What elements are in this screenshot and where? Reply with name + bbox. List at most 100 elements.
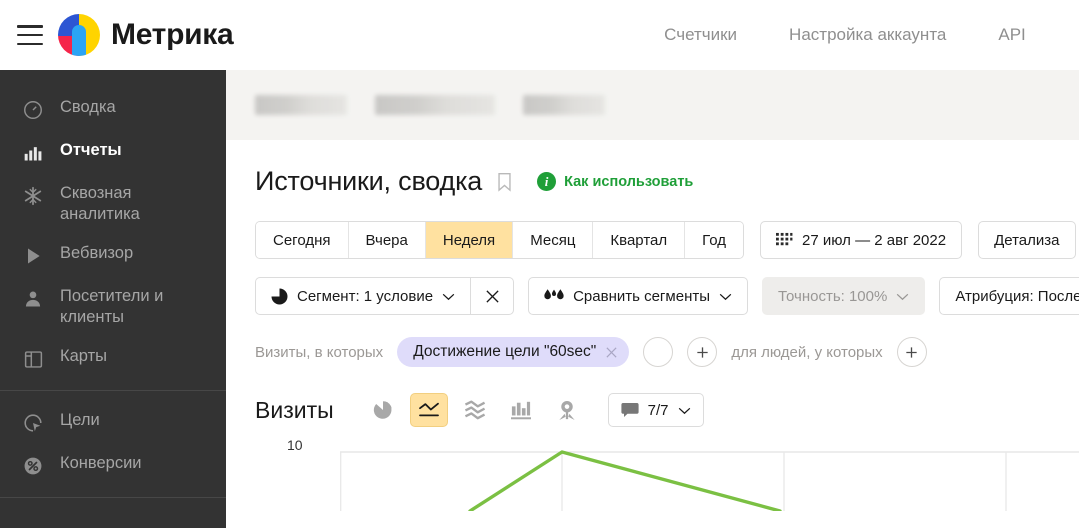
add-visit-condition-button[interactable] (687, 337, 718, 367)
chart-toolbar: Визиты 7/7 (255, 393, 1079, 427)
chart-type-stacked-area[interactable] (456, 393, 494, 427)
goal-pill-label: Достижение цели "60sec" (413, 343, 597, 360)
chart-type-pie[interactable] (364, 393, 402, 427)
segment-button[interactable]: Сегмент: 1 условие (255, 277, 471, 315)
how-to-use-label: Как использовать (564, 173, 694, 190)
accuracy-label: Точность: 100% (778, 287, 888, 305)
sidebar-item-goals[interactable]: Цели (0, 401, 226, 444)
top-nav: Счетчики Настройка аккаунта API Г (638, 0, 1079, 70)
attribution-button[interactable]: Атрибуция: Послед (939, 277, 1079, 315)
date-range-label: 27 июл — 2 авг 2022 (802, 231, 947, 249)
logo-text: Метрика (111, 18, 234, 51)
chart-svg (340, 450, 1079, 513)
metrics-count-dropdown[interactable]: 7/7 (607, 393, 704, 427)
period-yesterday[interactable]: Вчера (348, 222, 426, 258)
nav-api[interactable]: API (972, 25, 1051, 45)
period-quarter[interactable]: Квартал (593, 222, 686, 258)
person-icon (18, 287, 48, 311)
period-tabs: Сегодня Вчера Неделя Месяц Квартал Год (255, 221, 745, 259)
top-bar: Метрика Счетчики Настройка аккаунта API … (0, 0, 1079, 70)
chart-plot-area (340, 449, 1079, 513)
sidebar-item-reports[interactable]: Отчеты (0, 131, 226, 174)
nav-counters[interactable]: Счетчики (638, 25, 763, 45)
breadcrumb (226, 70, 1079, 140)
layout-icon (18, 347, 48, 371)
chart-type-column[interactable] (502, 393, 540, 427)
sidebar-item-analytics[interactable]: Сквозная аналитика (0, 174, 226, 234)
detail-label: Детализа (994, 231, 1060, 249)
percent-circle-icon (18, 454, 48, 478)
metrics-count-label: 7/7 (647, 401, 669, 419)
play-icon (18, 244, 48, 268)
sidebar-item-label: Цели (60, 411, 100, 429)
sidebar-item-label: Сводка (60, 98, 116, 116)
chart-y-tick-10: 10 (287, 437, 303, 453)
chevron-down-icon (678, 402, 691, 419)
date-range-picker[interactable]: 27 июл — 2 авг 2022 (760, 221, 963, 259)
logo[interactable]: Метрика (58, 14, 234, 56)
app-root: Метрика Счетчики Настройка аккаунта API … (0, 0, 1079, 528)
breadcrumb-redacted-3 (523, 95, 605, 115)
sidebar-item-label: Вебвизор (60, 244, 134, 262)
chart-title: Визиты (255, 396, 334, 423)
speech-bubble-icon (621, 402, 639, 418)
chart-line-series-visits (468, 450, 782, 513)
sidebar-item-summary[interactable]: Сводка (0, 88, 226, 131)
main-content: Источники, сводка i Как использовать Сег… (226, 70, 1079, 528)
period-toolbar: Сегодня Вчера Неделя Месяц Квартал Год 2… (255, 221, 1079, 259)
period-today[interactable]: Сегодня (256, 222, 349, 258)
sidebar-item-visitors[interactable]: Посетители и клиенты (0, 277, 226, 337)
period-month[interactable]: Месяц (513, 222, 594, 258)
info-icon: i (537, 172, 557, 191)
segment-label: Сегмент: 1 условие (297, 287, 434, 305)
chevron-down-icon (719, 288, 732, 305)
pie-chart-icon (271, 288, 288, 305)
page-title: Источники, сводка (255, 166, 483, 196)
hamburger-icon[interactable] (17, 25, 43, 45)
metrica-logo-icon (58, 14, 100, 56)
goal-prefix-label: Визиты, в которых (255, 343, 384, 361)
sidebar-item-label: Посетители и клиенты (60, 287, 164, 326)
droplets-icon (544, 288, 564, 305)
breadcrumb-redacted-2 (375, 95, 495, 115)
visits-chart[interactable]: 10 (255, 437, 1079, 513)
people-prefix-label: для людей, у которых (731, 343, 883, 361)
goal-filter-row: Визиты, в которых Достижение цели "60sec… (255, 337, 1079, 367)
bookmark-icon[interactable] (497, 172, 512, 192)
period-year[interactable]: Год (685, 222, 744, 258)
sidebar-item-label: Карты (60, 347, 108, 365)
sidebar-item-label: Сквозная аналитика (60, 184, 140, 223)
chevron-down-icon (896, 288, 909, 305)
target-cursor-icon (18, 411, 48, 435)
calendar-grid-icon (776, 232, 793, 249)
goal-pill[interactable]: Достижение цели "60sec" (397, 337, 630, 367)
chart-type-map-pin[interactable] (548, 393, 586, 427)
nav-account-settings[interactable]: Настройка аккаунта (763, 25, 972, 45)
attribution-label: Атрибуция: Послед (955, 287, 1079, 305)
sidebar-item-conversions[interactable]: Конверсии (0, 444, 226, 487)
sidebar-divider (0, 390, 226, 391)
sidebar-item-webvisor[interactable]: Вебвизор (0, 234, 226, 277)
report-panel: Источники, сводка i Как использовать Сег… (226, 140, 1079, 528)
close-icon[interactable] (605, 346, 618, 359)
segment-combo: Сегмент: 1 условие (255, 277, 515, 315)
sidebar-item-label: Конверсии (60, 454, 142, 472)
chart-type-line[interactable] (409, 393, 448, 427)
sidebar-item-maps[interactable]: Карты (0, 337, 226, 380)
nav-truncated[interactable]: Г (1052, 25, 1079, 45)
period-week[interactable]: Неделя (425, 222, 514, 258)
compare-segments-button[interactable]: Сравнить сегменты (528, 277, 748, 315)
add-people-condition-button[interactable] (896, 337, 927, 367)
segment-clear-button[interactable] (470, 277, 515, 315)
accuracy-button[interactable]: Точность: 100% (762, 277, 926, 315)
snowflake-icon (18, 184, 48, 208)
breadcrumb-redacted-1 (255, 95, 347, 115)
bar-chart-icon (18, 141, 48, 165)
sidebar-divider-2 (0, 497, 226, 498)
how-to-use-link[interactable]: i Как использовать (529, 172, 693, 191)
sidebar-item-label: Отчеты (60, 141, 122, 159)
segment-toolbar: Сегмент: 1 условие Сравнить сегменты Точ… (255, 277, 1079, 315)
detail-button[interactable]: Детализа (978, 221, 1076, 259)
compare-segments-label: Сравнить сегменты (573, 287, 710, 305)
sidebar: Сводка Отчеты Сквозная аналитика Вебвизо… (0, 70, 226, 528)
